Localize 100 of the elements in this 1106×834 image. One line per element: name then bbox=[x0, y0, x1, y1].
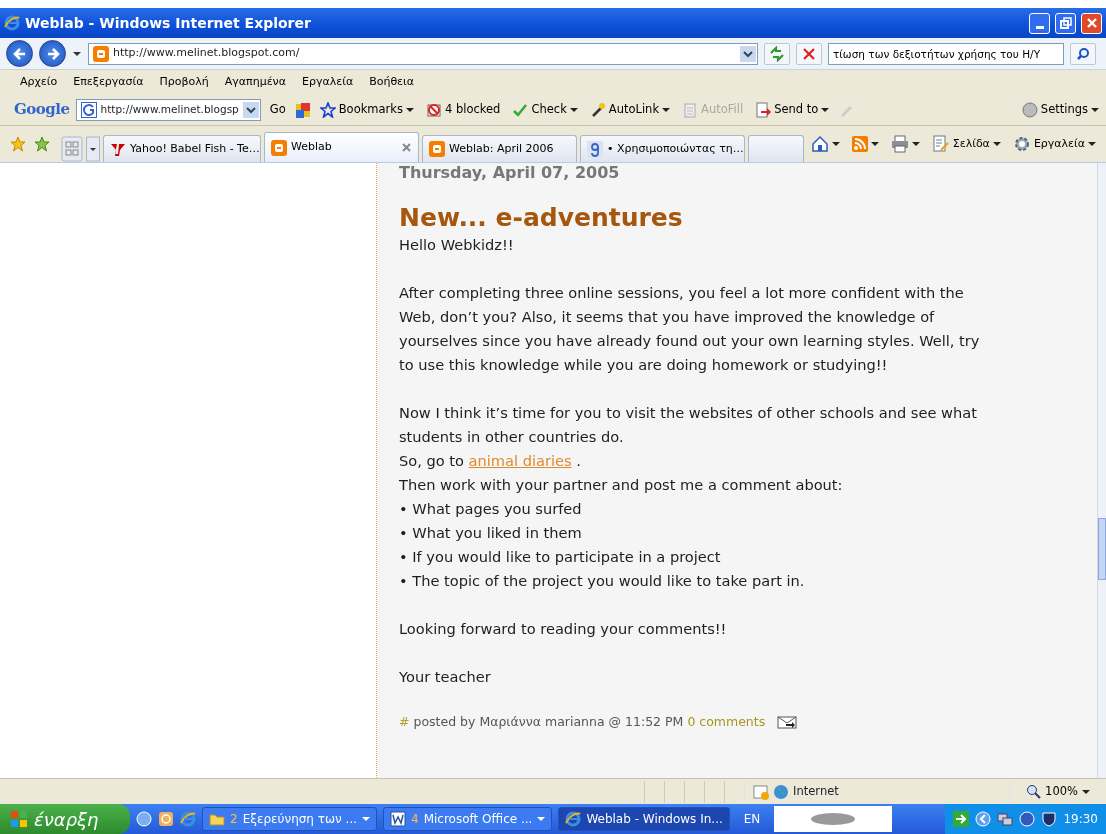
round-icon[interactable] bbox=[1019, 811, 1036, 827]
bookmarks-button[interactable]: Bookmarks bbox=[316, 100, 417, 119]
start-button[interactable]: έναρξη bbox=[0, 804, 130, 834]
browser-icon bbox=[565, 811, 582, 827]
body-text: Hello Webkidz!! bbox=[399, 235, 515, 255]
caret-icon bbox=[662, 107, 671, 112]
close-icon bbox=[1084, 16, 1099, 30]
desktop-icon[interactable] bbox=[136, 811, 152, 827]
printer-icon bbox=[890, 135, 909, 153]
settings-button[interactable]: Settings bbox=[1018, 100, 1102, 119]
menu-item[interactable]: Προβολή bbox=[151, 73, 217, 91]
body-text: • What you liked in them bbox=[399, 523, 583, 543]
menu-item[interactable]: Βοήθεια bbox=[361, 73, 423, 91]
document-icon bbox=[390, 811, 406, 827]
dropdown-icon[interactable] bbox=[242, 101, 259, 118]
search-box[interactable] bbox=[774, 806, 893, 832]
restore-icon bbox=[1058, 16, 1073, 30]
caret-icon bbox=[831, 142, 840, 146]
clock: 19:30 bbox=[1063, 811, 1098, 828]
search-field[interactable]: τίωση των δεξιοτήτων χρήσης του Η/Υ bbox=[828, 42, 1064, 65]
autolink-button[interactable]: AutoLink bbox=[586, 100, 674, 119]
blocked-button[interactable]: 4 blocked bbox=[422, 100, 504, 119]
yahoo-icon bbox=[110, 141, 126, 157]
caret-icon bbox=[362, 817, 370, 821]
window-title: Weblab - Windows Internet Explorer bbox=[25, 13, 311, 33]
scrollbar[interactable] bbox=[1097, 163, 1106, 778]
caret-icon bbox=[870, 142, 879, 146]
forward-button[interactable] bbox=[39, 40, 66, 67]
caret-icon[interactable] bbox=[72, 49, 82, 58]
taskbar-button[interactable]: 2 Εξερεύνηση των ... bbox=[202, 807, 377, 831]
back-button[interactable] bbox=[6, 40, 33, 67]
menu-item[interactable]: Αρχείο bbox=[12, 73, 66, 91]
body-text: Now I think it’s time for you to visit the websites of other schools and see what students in other countries do. bbox=[399, 403, 978, 447]
mail-client-icon[interactable] bbox=[158, 811, 174, 827]
body-text: Your teacher bbox=[399, 667, 492, 687]
google-search-field[interactable]: http://www.melinet.blogsp bbox=[75, 98, 261, 121]
network-icon[interactable] bbox=[997, 811, 1014, 827]
go-button[interactable]: Go bbox=[266, 100, 289, 119]
browser-tab[interactable]: Weblab: April 2006 bbox=[422, 135, 577, 162]
body-text: Looking forward to reading your comments!! bbox=[399, 619, 728, 639]
browser-tab[interactable]: Weblab bbox=[264, 132, 419, 162]
body-text: • If you would like to participate in a project bbox=[399, 547, 722, 567]
windows-flag-icon bbox=[10, 810, 28, 828]
blogger-icon bbox=[429, 141, 445, 157]
refresh-button[interactable] bbox=[764, 42, 790, 65]
taskbar-button[interactable]: 4 Microsoft Office ... bbox=[383, 807, 553, 831]
close-button[interactable] bbox=[1081, 12, 1102, 34]
send-icon bbox=[755, 101, 772, 118]
zoom-button[interactable]: 100% bbox=[1009, 780, 1106, 803]
menu-item[interactable]: Αγαπημένα bbox=[216, 73, 294, 91]
caret-icon bbox=[569, 107, 578, 112]
tools-menu-button[interactable]: Εργαλεία bbox=[1008, 135, 1100, 153]
star-icon bbox=[319, 101, 336, 118]
dropdown-icon[interactable] bbox=[740, 45, 756, 62]
page-menu-button[interactable]: Σελίδα bbox=[927, 135, 1005, 153]
check-button[interactable]: Check bbox=[509, 100, 581, 119]
post-date: Thursday, April 07, 2005 bbox=[399, 163, 621, 183]
menu-item[interactable]: Εργαλεία bbox=[294, 73, 362, 91]
scroll-thumb[interactable] bbox=[1098, 518, 1106, 580]
blogger-icon bbox=[93, 45, 109, 62]
gear-icon bbox=[1012, 135, 1031, 153]
expand-tray-icon[interactable] bbox=[975, 811, 992, 827]
body-text: Then work with your partner and post me a comment about: bbox=[399, 475, 844, 495]
search-button[interactable] bbox=[1070, 42, 1096, 65]
body-text: After completing three online sessions, you feel a lot more confident with the Web, don’t you? Also, it seems that you have improved the knowledge of yourselves since you have already found out your own learning styles. Well, try to use this knowledge while you are doing homework or studying!! bbox=[399, 283, 981, 375]
close-tab-icon[interactable] bbox=[401, 142, 412, 153]
menu-item[interactable]: Επεξεργασία bbox=[65, 73, 152, 91]
caret-icon bbox=[1082, 789, 1090, 794]
popup-blocked-icon bbox=[425, 101, 442, 118]
address-field[interactable]: http://www.melinet.blogspot.com/ bbox=[88, 42, 758, 65]
body-text: So, go to animal diaries . bbox=[399, 451, 582, 471]
toolbar-icon[interactable] bbox=[294, 101, 311, 118]
google-icon bbox=[587, 141, 603, 157]
browser-tab[interactable]: Yahoo! Babel Fish - Te… bbox=[103, 135, 261, 162]
email-icon[interactable] bbox=[777, 714, 798, 731]
caret-icon bbox=[992, 142, 1001, 146]
browser-tab[interactable]: • Χρησιμοποιώντας τη… bbox=[580, 135, 745, 162]
search-icon bbox=[1076, 46, 1090, 61]
add-favorite-icon[interactable] bbox=[34, 136, 50, 152]
close-icon bbox=[802, 46, 816, 61]
caret-icon bbox=[821, 107, 830, 112]
restore-button[interactable] bbox=[1055, 12, 1076, 34]
arrow-icon[interactable] bbox=[953, 811, 970, 827]
blogger-icon bbox=[271, 139, 287, 156]
minimize-icon bbox=[1035, 25, 1044, 29]
minimize-button[interactable] bbox=[1029, 12, 1050, 34]
shield-icon[interactable] bbox=[1041, 811, 1058, 827]
caret-icon bbox=[1091, 107, 1099, 112]
left-arrow-icon bbox=[11, 45, 28, 62]
tab-list-icon[interactable] bbox=[86, 136, 100, 162]
favorites-star-icon[interactable] bbox=[10, 136, 26, 152]
language-indicator[interactable]: EN bbox=[735, 810, 769, 828]
sendto-button[interactable]: Send to bbox=[752, 100, 833, 119]
caret-icon bbox=[1088, 142, 1096, 146]
house-icon bbox=[810, 135, 829, 153]
browser-icon[interactable] bbox=[180, 811, 196, 827]
stop-button[interactable] bbox=[796, 42, 822, 65]
taskbar-button[interactable]: Weblab - Windows In... bbox=[558, 807, 730, 831]
google-logo: Google bbox=[14, 99, 70, 121]
body-text: • The topic of the project you would like to take part in. bbox=[399, 571, 806, 591]
